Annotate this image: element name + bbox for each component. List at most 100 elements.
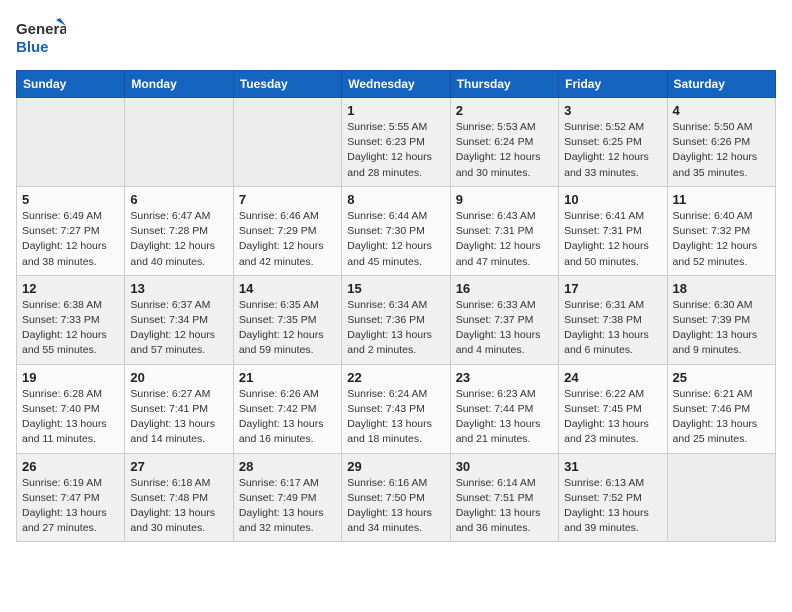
day-number: 7 xyxy=(239,192,336,207)
day-info: Sunrise: 6:18 AM Sunset: 7:48 PM Dayligh… xyxy=(130,476,227,537)
day-cell: 9 Sunrise: 6:43 AM Sunset: 7:31 PM Daylig… xyxy=(450,186,558,275)
day-number: 23 xyxy=(456,370,553,385)
day-number: 12 xyxy=(22,281,119,296)
day-number: 4 xyxy=(673,103,770,118)
week-row-5: 26 Sunrise: 6:19 AM Sunset: 7:47 PM Dayli… xyxy=(17,453,776,542)
day-number: 29 xyxy=(347,459,444,474)
day-info: Sunrise: 5:55 AM Sunset: 6:23 PM Dayligh… xyxy=(347,120,444,181)
day-cell: 1Sunrise: 5:55 AM Sunset: 6:23 PM Daylig… xyxy=(342,98,450,187)
day-info: Sunrise: 6:37 AM Sunset: 7:34 PM Dayligh… xyxy=(130,298,227,359)
day-cell: 23 Sunrise: 6:23 AM Sunset: 7:44 PM Dayli… xyxy=(450,364,558,453)
day-info: Sunrise: 6:34 AM Sunset: 7:36 PM Dayligh… xyxy=(347,298,444,359)
day-cell: 24 Sunrise: 6:22 AM Sunset: 7:45 PM Dayli… xyxy=(559,364,667,453)
day-number: 22 xyxy=(347,370,444,385)
day-number: 21 xyxy=(239,370,336,385)
day-info: Sunrise: 6:28 AM Sunset: 7:40 PM Dayligh… xyxy=(22,387,119,448)
day-cell xyxy=(17,98,125,187)
day-number: 20 xyxy=(130,370,227,385)
day-info: Sunrise: 6:19 AM Sunset: 7:47 PM Dayligh… xyxy=(22,476,119,537)
day-cell: 29 Sunrise: 6:16 AM Sunset: 7:50 PM Dayli… xyxy=(342,453,450,542)
day-info: Sunrise: 5:53 AM Sunset: 6:24 PM Dayligh… xyxy=(456,120,553,181)
day-info: Sunrise: 6:16 AM Sunset: 7:50 PM Dayligh… xyxy=(347,476,444,537)
day-number: 2 xyxy=(456,103,553,118)
day-info: Sunrise: 6:17 AM Sunset: 7:49 PM Dayligh… xyxy=(239,476,336,537)
day-cell: 20Sunrise: 6:27 AM Sunset: 7:41 PM Dayli… xyxy=(125,364,233,453)
day-number: 14 xyxy=(239,281,336,296)
day-cell xyxy=(667,453,775,542)
day-number: 31 xyxy=(564,459,661,474)
svg-text:General: General xyxy=(16,21,66,38)
logo-svg: GeneralBlue xyxy=(16,16,66,58)
col-header-wednesday: Wednesday xyxy=(342,71,450,98)
day-number: 13 xyxy=(130,281,227,296)
day-cell: 5 Sunrise: 6:49 AM Sunset: 7:27 PM Daylig… xyxy=(17,186,125,275)
day-info: Sunrise: 6:46 AM Sunset: 7:29 PM Dayligh… xyxy=(239,209,336,270)
col-header-saturday: Saturday xyxy=(667,71,775,98)
day-info: Sunrise: 6:41 AM Sunset: 7:31 PM Dayligh… xyxy=(564,209,661,270)
day-cell: 16 Sunrise: 6:33 AM Sunset: 7:37 PM Dayli… xyxy=(450,275,558,364)
day-number: 5 xyxy=(22,192,119,207)
day-info: Sunrise: 5:50 AM Sunset: 6:26 PM Dayligh… xyxy=(673,120,770,181)
day-cell: 31 Sunrise: 6:13 AM Sunset: 7:52 PM Dayli… xyxy=(559,453,667,542)
day-info: Sunrise: 6:33 AM Sunset: 7:37 PM Dayligh… xyxy=(456,298,553,359)
day-number: 3 xyxy=(564,103,661,118)
day-cell: 21 Sunrise: 6:26 AM Sunset: 7:42 PM Dayli… xyxy=(233,364,341,453)
col-header-friday: Friday xyxy=(559,71,667,98)
day-number: 28 xyxy=(239,459,336,474)
day-number: 16 xyxy=(456,281,553,296)
day-cell: 27 Sunrise: 6:18 AM Sunset: 7:48 PM Dayli… xyxy=(125,453,233,542)
day-cell: 25Sunrise: 6:21 AM Sunset: 7:46 PM Dayli… xyxy=(667,364,775,453)
day-cell: 11Sunrise: 6:40 AM Sunset: 7:32 PM Dayli… xyxy=(667,186,775,275)
day-number: 10 xyxy=(564,192,661,207)
week-row-4: 19 Sunrise: 6:28 AM Sunset: 7:40 PM Dayli… xyxy=(17,364,776,453)
week-row-2: 5 Sunrise: 6:49 AM Sunset: 7:27 PM Daylig… xyxy=(17,186,776,275)
calendar-table: SundayMondayTuesdayWednesdayThursdayFrid… xyxy=(16,70,776,542)
col-header-sunday: Sunday xyxy=(17,71,125,98)
day-number: 15 xyxy=(347,281,444,296)
day-info: Sunrise: 6:13 AM Sunset: 7:52 PM Dayligh… xyxy=(564,476,661,537)
header-row: SundayMondayTuesdayWednesdayThursdayFrid… xyxy=(17,71,776,98)
day-cell: 28 Sunrise: 6:17 AM Sunset: 7:49 PM Dayli… xyxy=(233,453,341,542)
day-info: Sunrise: 6:35 AM Sunset: 7:35 PM Dayligh… xyxy=(239,298,336,359)
week-row-3: 12 Sunrise: 6:38 AM Sunset: 7:33 PM Dayli… xyxy=(17,275,776,364)
day-info: Sunrise: 6:43 AM Sunset: 7:31 PM Dayligh… xyxy=(456,209,553,270)
day-info: Sunrise: 6:49 AM Sunset: 7:27 PM Dayligh… xyxy=(22,209,119,270)
day-number: 24 xyxy=(564,370,661,385)
day-cell: 4 Sunrise: 5:50 AM Sunset: 6:26 PM Daylig… xyxy=(667,98,775,187)
day-cell: 19 Sunrise: 6:28 AM Sunset: 7:40 PM Dayli… xyxy=(17,364,125,453)
day-cell: 18Sunrise: 6:30 AM Sunset: 7:39 PM Dayli… xyxy=(667,275,775,364)
week-row-1: 1Sunrise: 5:55 AM Sunset: 6:23 PM Daylig… xyxy=(17,98,776,187)
day-info: Sunrise: 6:31 AM Sunset: 7:38 PM Dayligh… xyxy=(564,298,661,359)
day-info: Sunrise: 6:22 AM Sunset: 7:45 PM Dayligh… xyxy=(564,387,661,448)
day-cell: 7 Sunrise: 6:46 AM Sunset: 7:29 PM Daylig… xyxy=(233,186,341,275)
day-number: 26 xyxy=(22,459,119,474)
logo: GeneralBlue xyxy=(16,16,66,58)
col-header-thursday: Thursday xyxy=(450,71,558,98)
day-cell xyxy=(125,98,233,187)
day-info: Sunrise: 6:23 AM Sunset: 7:44 PM Dayligh… xyxy=(456,387,553,448)
day-number: 30 xyxy=(456,459,553,474)
day-info: Sunrise: 6:24 AM Sunset: 7:43 PM Dayligh… xyxy=(347,387,444,448)
day-info: Sunrise: 6:26 AM Sunset: 7:42 PM Dayligh… xyxy=(239,387,336,448)
day-cell: 22 Sunrise: 6:24 AM Sunset: 7:43 PM Dayli… xyxy=(342,364,450,453)
day-cell: 14 Sunrise: 6:35 AM Sunset: 7:35 PM Dayli… xyxy=(233,275,341,364)
day-cell: 8Sunrise: 6:44 AM Sunset: 7:30 PM Daylig… xyxy=(342,186,450,275)
page-header: GeneralBlue xyxy=(16,16,776,58)
day-info: Sunrise: 6:30 AM Sunset: 7:39 PM Dayligh… xyxy=(673,298,770,359)
day-cell: 13 Sunrise: 6:37 AM Sunset: 7:34 PM Dayli… xyxy=(125,275,233,364)
day-number: 19 xyxy=(22,370,119,385)
day-cell: 2 Sunrise: 5:53 AM Sunset: 6:24 PM Daylig… xyxy=(450,98,558,187)
day-cell: 26 Sunrise: 6:19 AM Sunset: 7:47 PM Dayli… xyxy=(17,453,125,542)
day-cell: 3Sunrise: 5:52 AM Sunset: 6:25 PM Daylig… xyxy=(559,98,667,187)
day-number: 6 xyxy=(130,192,227,207)
day-info: Sunrise: 6:14 AM Sunset: 7:51 PM Dayligh… xyxy=(456,476,553,537)
day-number: 9 xyxy=(456,192,553,207)
col-header-monday: Monday xyxy=(125,71,233,98)
day-cell: 15 Sunrise: 6:34 AM Sunset: 7:36 PM Dayli… xyxy=(342,275,450,364)
day-info: Sunrise: 6:38 AM Sunset: 7:33 PM Dayligh… xyxy=(22,298,119,359)
day-number: 27 xyxy=(130,459,227,474)
day-cell: 12 Sunrise: 6:38 AM Sunset: 7:33 PM Dayli… xyxy=(17,275,125,364)
day-info: Sunrise: 6:44 AM Sunset: 7:30 PM Dayligh… xyxy=(347,209,444,270)
day-info: Sunrise: 6:21 AM Sunset: 7:46 PM Dayligh… xyxy=(673,387,770,448)
day-cell: 30 Sunrise: 6:14 AM Sunset: 7:51 PM Dayli… xyxy=(450,453,558,542)
